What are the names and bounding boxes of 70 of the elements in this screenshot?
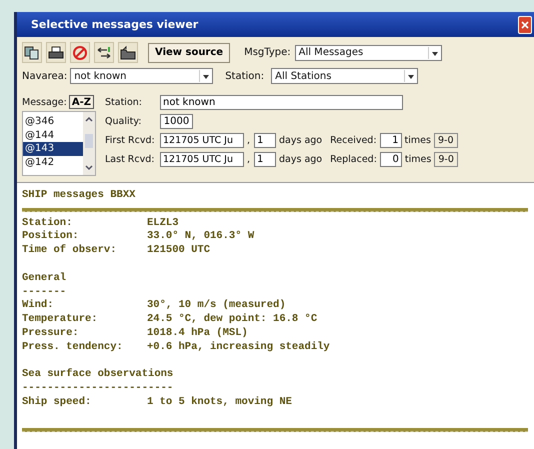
field-label: First Rcvd: — [105, 135, 156, 146]
code-label: 9-0 — [434, 152, 458, 167]
days-label: days ago — [279, 154, 322, 165]
caret-icon — [428, 46, 441, 58]
times-label: times — [404, 154, 432, 165]
navarea-label: Navarea: — [22, 70, 68, 82]
window-title: Selective messages viewer — [31, 18, 198, 31]
days-field[interactable]: 1 — [254, 152, 276, 167]
count-label: Received: — [330, 135, 377, 146]
list-item[interactable]: @144 — [23, 128, 83, 142]
message-label: Message: — [22, 96, 67, 108]
folder-icon — [120, 44, 136, 60]
field-name: Ship speed: — [22, 396, 92, 410]
comma-text: , — [247, 154, 251, 165]
field-name: Time of observ: — [22, 244, 118, 258]
navarea-dropdown[interactable]: not known — [70, 68, 214, 84]
field-name: Station: — [22, 216, 74, 230]
field-value: ELZL3 — [147, 216, 179, 230]
station-dropdown[interactable]: All Stations — [271, 68, 418, 84]
days-field[interactable]: 1 — [254, 133, 276, 148]
count-label: Replaced: — [330, 154, 377, 165]
field-label: Quality: — [105, 116, 142, 127]
field-value: 33.0° N, 016.3° W — [147, 230, 254, 244]
field-name: Position: — [22, 230, 80, 244]
field-value: +0.6 hPa, increasing steadily — [147, 340, 330, 355]
field-value: 121500 UTC — [147, 244, 210, 258]
heading-underline: ------- — [22, 286, 68, 299]
close-button[interactable] — [518, 16, 532, 34]
field-value: 1018.4 hPa (MSL) — [147, 326, 248, 341]
list-item[interactable]: @346 — [23, 115, 83, 128]
count-field[interactable]: 1 — [380, 133, 402, 148]
time-field[interactable]: 121705 UTC Ju — [160, 133, 244, 148]
close-icon — [521, 20, 529, 28]
code-label: 9-0 — [434, 133, 458, 148]
heading-underline: ------------------------ — [22, 382, 174, 396]
field-value: 24.5 °C, dew point: 16.8 °C — [147, 313, 318, 327]
report-title: SHIP messages BBXX — [22, 189, 136, 203]
print-button[interactable] — [46, 42, 66, 63]
days-label: days ago — [279, 135, 322, 146]
quality-field[interactable]: 1000 — [160, 114, 193, 129]
printer-icon — [48, 44, 64, 60]
count-field[interactable]: 0 — [380, 152, 402, 167]
documents-icon — [24, 44, 40, 60]
msgtype-label: MsgType: — [244, 47, 291, 58]
copy-button[interactable] — [22, 42, 42, 63]
section-heading: Sea surface observations — [22, 368, 174, 382]
field-name: Press. tendency: — [22, 340, 124, 355]
field-label: Last Rcvd: — [105, 154, 156, 165]
field-value: 1 to 5 knots, moving NE — [147, 396, 292, 410]
section-heading: General — [22, 272, 68, 286]
field-name: Temperature: — [22, 313, 99, 327]
list-item[interactable]: @143 — [23, 142, 83, 156]
field-label: Station: — [105, 97, 143, 108]
station-label: Station: — [225, 70, 264, 82]
msgtype-dropdown[interactable]: All Messages — [294, 44, 442, 60]
view-source-button[interactable]: View source — [148, 42, 230, 62]
time-field[interactable]: 121705 UTC Ju — [160, 152, 244, 167]
open-button[interactable] — [118, 42, 138, 63]
station-field[interactable]: not known — [160, 95, 403, 110]
prohibited-icon — [72, 44, 88, 60]
arrows-icon — [96, 44, 112, 60]
field-value: 30°, 10 m/s (measured) — [147, 299, 286, 313]
sort-button[interactable]: A-Z — [68, 95, 94, 109]
field-name: Pressure: — [22, 326, 80, 341]
list-item[interactable]: @142 — [23, 156, 83, 169]
swap-button[interactable] — [94, 42, 114, 63]
cancel-button[interactable] — [70, 42, 90, 63]
comma-text: , — [247, 135, 251, 146]
times-label: times — [404, 135, 431, 146]
field-name: Wind: — [22, 299, 55, 314]
